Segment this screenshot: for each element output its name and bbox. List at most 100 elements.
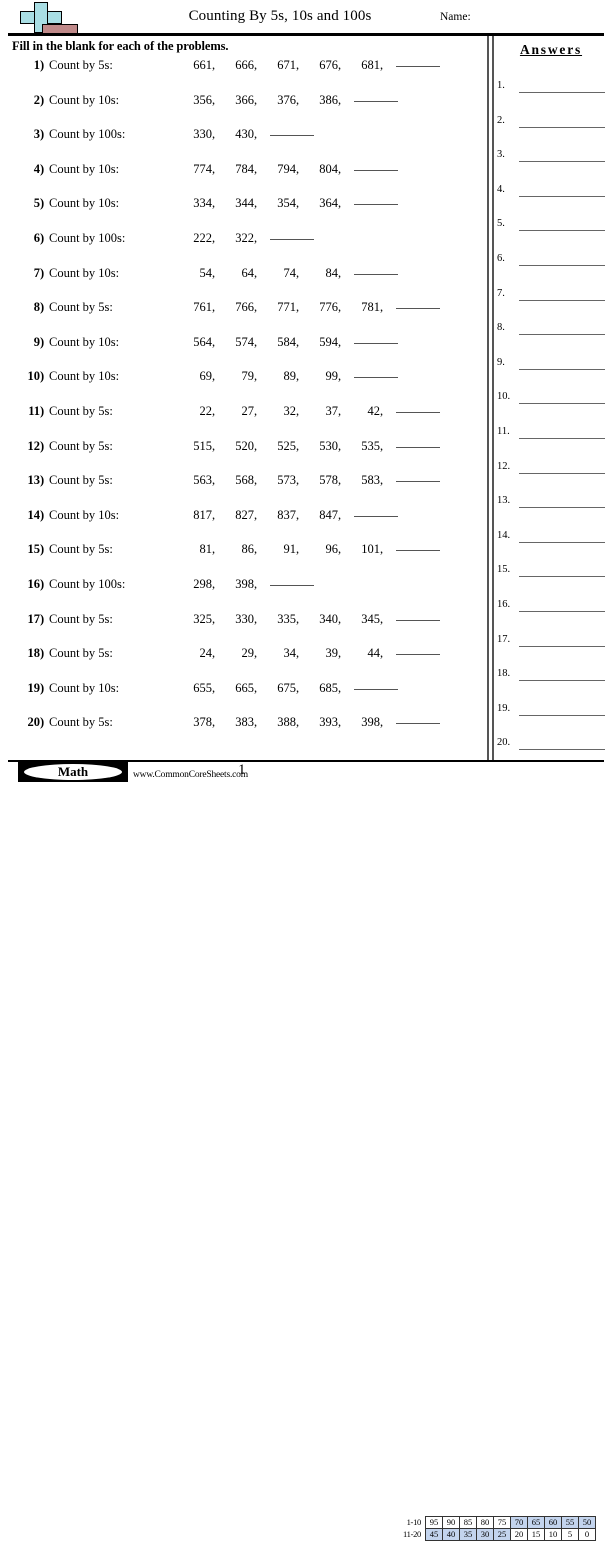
problem-number: 4	[33, 161, 40, 176]
sequence-term: 34	[283, 646, 297, 661]
sequence-term: 322	[235, 231, 254, 245]
answer-blank-line[interactable]	[270, 239, 314, 240]
sequence-comma: ,	[254, 196, 258, 211]
problem-number-paren: )	[40, 196, 45, 211]
sequence-term: 398	[361, 715, 380, 730]
problem-sequence: 325, 330, 335, 340, 345,	[180, 612, 440, 627]
answer-write-line[interactable]	[519, 265, 605, 266]
problem-row: 6) Count by 100s: 222, 322,	[0, 231, 487, 251]
sequence-term: 340	[319, 611, 338, 626]
sequence-term: 573	[277, 473, 296, 488]
answer-row: 18.	[497, 668, 609, 684]
sequence-comma: ,	[380, 404, 384, 418]
answer-blank-line[interactable]	[396, 412, 440, 413]
problem-row: 7) Count by 10s: 54, 64, 74, 84,	[0, 266, 487, 286]
answer-row: 11.	[497, 426, 609, 442]
sequence-comma: ,	[338, 680, 342, 695]
answer-write-line[interactable]	[519, 541, 605, 543]
answer-row: 10.	[497, 391, 609, 407]
sequence-term: 330	[235, 611, 254, 626]
answer-blank-line[interactable]	[396, 619, 440, 621]
sequence-comma: ,	[254, 542, 258, 557]
sequence-comma: ,	[254, 715, 258, 730]
answer-blank-line[interactable]	[396, 481, 440, 483]
answer-blank-line[interactable]	[354, 273, 398, 275]
answer-write-line[interactable]	[519, 507, 605, 509]
sequence-comma: ,	[296, 300, 300, 315]
answer-write-line[interactable]	[519, 576, 605, 578]
problem-number: 12	[27, 438, 41, 453]
sequence-comma: ,	[338, 715, 342, 730]
answer-write-line[interactable]	[519, 92, 605, 93]
answer-blank-line[interactable]	[270, 585, 314, 586]
sequence-comma: ,	[380, 715, 384, 730]
answer-write-line[interactable]	[519, 749, 605, 751]
sequence-term: 24	[199, 646, 213, 661]
problem-number-paren: )	[40, 646, 45, 661]
answer-write-line[interactable]	[519, 611, 605, 612]
sequence-term: 681	[361, 58, 380, 72]
answer-write-line[interactable]	[519, 230, 605, 232]
sequence-comma: ,	[212, 507, 216, 522]
answer-write-line[interactable]	[519, 161, 605, 163]
answer-number: 10.	[497, 391, 511, 403]
answer-blank-line[interactable]	[396, 550, 440, 552]
sequence-comma: ,	[296, 92, 300, 107]
sequence-comma: ,	[338, 542, 342, 557]
answer-write-line[interactable]	[519, 438, 605, 439]
sequence-term: 530	[319, 438, 338, 453]
sequence-comma: ,	[254, 473, 258, 488]
sequence-comma: ,	[212, 369, 216, 384]
answer-row: 1.	[497, 80, 609, 96]
sequence-comma: ,	[296, 611, 300, 626]
sequence-comma: ,	[212, 611, 216, 626]
answer-number: 6.	[497, 253, 505, 264]
sequence-comma: ,	[254, 300, 258, 315]
answer-write-line[interactable]	[519, 368, 605, 370]
sequence-term: 794	[277, 161, 296, 176]
sequence-term: 563	[193, 473, 212, 488]
sequence-comma: ,	[254, 680, 258, 695]
sequence-comma: ,	[338, 196, 342, 211]
answer-blank-line[interactable]	[354, 100, 398, 102]
answer-write-line[interactable]	[519, 680, 605, 682]
answer-blank-line[interactable]	[396, 308, 440, 310]
problem-label: Count by 10s:	[49, 161, 120, 176]
sequence-term: 354	[277, 196, 296, 211]
sequence-term: 671	[277, 58, 296, 72]
problem-sequence: 515, 520, 525, 530, 535,	[180, 439, 440, 454]
answer-write-line[interactable]	[519, 714, 605, 716]
answer-blank-line[interactable]	[354, 169, 398, 171]
sequence-term: 325	[193, 611, 212, 626]
answer-blank-line[interactable]	[354, 688, 398, 690]
answer-blank-line[interactable]	[270, 135, 314, 137]
answer-blank-line[interactable]	[354, 377, 398, 379]
answer-blank-line[interactable]	[354, 515, 398, 517]
sequence-term: 378	[193, 715, 212, 730]
problem-row: 13) Count by 5s: 563, 568, 573, 578, 583,	[0, 473, 487, 493]
answer-write-line[interactable]	[519, 195, 605, 197]
sequence-comma: ,	[338, 334, 342, 349]
answer-blank-line[interactable]	[396, 446, 440, 448]
answer-blank-line[interactable]	[396, 66, 440, 67]
answer-blank-line[interactable]	[354, 342, 398, 344]
sequence-term: 54	[199, 265, 213, 280]
answer-write-line[interactable]	[519, 403, 605, 405]
sequence-term: 356	[193, 92, 212, 107]
answer-blank-line[interactable]	[396, 654, 440, 656]
score-conversion-table: 1-10 95 90 85 80 75 70 65 60 55 50 11-20 45 40 35 30 25 2…	[395, 1516, 596, 1541]
answer-write-line[interactable]	[519, 126, 605, 128]
answer-blank-line[interactable]	[396, 723, 440, 725]
score-cell: 15	[527, 1528, 545, 1541]
sequence-term: 79	[241, 369, 255, 384]
answer-write-line[interactable]	[519, 472, 605, 474]
answer-blank-line[interactable]	[354, 204, 398, 206]
score-cell: 70	[510, 1516, 528, 1529]
sequence-comma: ,	[380, 611, 384, 626]
answer-row: 12.	[497, 461, 609, 477]
sequence-comma: ,	[296, 58, 300, 72]
answer-write-line[interactable]	[519, 334, 605, 336]
answer-write-line[interactable]	[519, 299, 605, 301]
answer-write-line[interactable]	[519, 645, 605, 647]
answer-row: 2.	[497, 115, 609, 131]
